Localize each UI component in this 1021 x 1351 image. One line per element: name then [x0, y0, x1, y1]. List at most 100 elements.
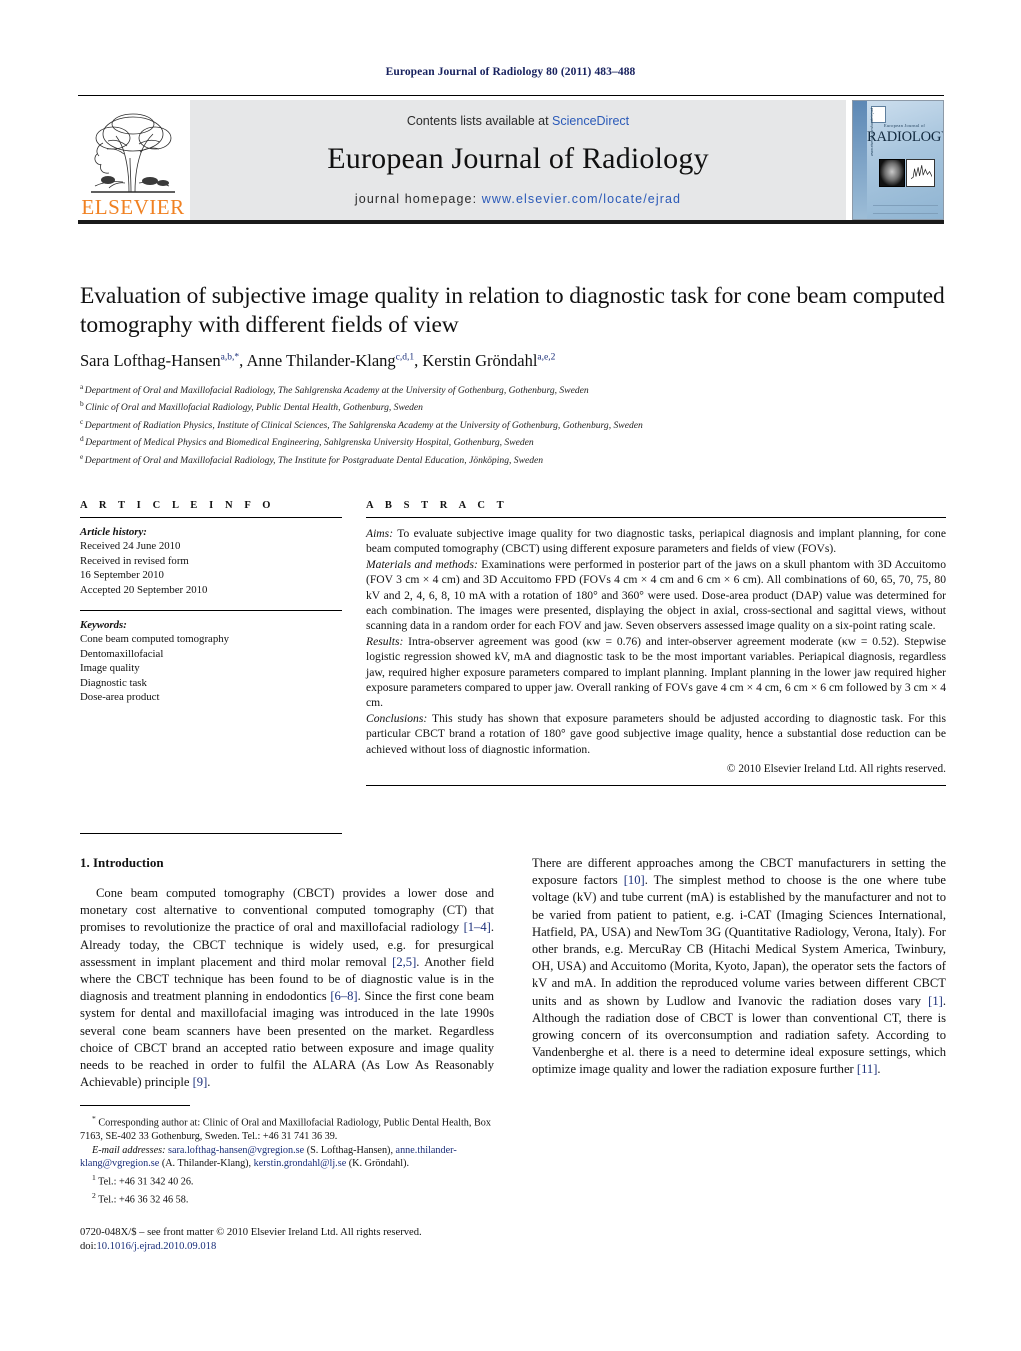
affiliation-item: c Department of Radiation Physics, Instit…	[80, 415, 946, 432]
body-column-left: 1. Introduction Cone beam computed tomog…	[80, 855, 494, 1091]
footnote-note-2: 2 Tel.: +46 36 32 46 58.	[80, 1189, 494, 1207]
abstract-conclusions: Conclusions: This study has shown that e…	[366, 711, 946, 757]
running-head: European Journal of Radiology 80 (2011) …	[385, 66, 636, 78]
elsevier-logo: ELSEVIER	[78, 100, 188, 220]
footnote-1-text: Tel.: +46 31 342 40 26.	[98, 1176, 194, 1188]
doi-link[interactable]: 10.1016/j.ejrad.2010.09.018	[96, 1241, 216, 1252]
footnote-mark-1: 1	[92, 1172, 96, 1182]
contents-available-line: Contents lists available at ScienceDirec…	[190, 114, 846, 128]
footnote-2-text: Tel.: +46 36 32 46 58.	[98, 1194, 189, 1206]
author-name: Kerstin Gröndahl	[422, 351, 538, 370]
citation-link[interactable]: [2,5]	[392, 955, 416, 969]
cover-brain-scan-image	[879, 159, 905, 187]
intro-p1-part-e: .	[207, 1075, 211, 1090]
intro-p2-part-d: .	[877, 1062, 881, 1077]
sciencedirect-link[interactable]: ScienceDirect	[552, 114, 629, 128]
intro-p1-part-d: . Since the first cone beam system for d…	[80, 989, 494, 1090]
citation-link[interactable]: [9]	[193, 1075, 208, 1089]
abstract-aims-heading: Aims:	[366, 527, 394, 540]
intro-paragraph-1: Cone beam computed tomography (CBCT) pro…	[80, 885, 494, 1091]
contents-prefix: Contents lists available at	[406, 114, 553, 128]
affiliation-mark: b	[80, 399, 84, 409]
author-name: Sara Lofthag-Hansen	[80, 351, 221, 370]
abstract-body: Aims: To evaluate subjective image quali…	[366, 526, 946, 757]
abstract-aims-text: To evaluate subjective image quality for…	[366, 527, 946, 556]
cover-figure	[879, 159, 935, 187]
affiliation-item: b Clinic of Oral and Maxillofacial Radiol…	[80, 397, 946, 414]
abstract-aims: Aims: To evaluate subjective image quali…	[366, 526, 946, 557]
elsevier-tree-icon	[91, 113, 175, 193]
masthead-bottom-rule	[78, 220, 944, 224]
affiliation-item: e Department of Oral and Maxillofacial Ra…	[80, 450, 946, 467]
keywords-rule	[80, 610, 342, 612]
citation-link[interactable]: [1–4]	[464, 920, 491, 934]
affiliation-text: Clinic of Oral and Maxillofacial Radiolo…	[85, 402, 423, 414]
abstract-conclusions-text: This study has shown that exposure param…	[366, 711, 946, 756]
history-item: Received 24 June 2010	[80, 540, 181, 553]
cover-big-title: RADIOLOGY	[867, 129, 944, 145]
affiliation-item: d Department of Medical Physics and Biome…	[80, 432, 946, 449]
imprint-block: 0720-048X/$ – see front matter © 2010 El…	[80, 1226, 540, 1254]
affiliation-text: Department of Radiation Physics, Institu…	[84, 420, 643, 432]
footnote-mark-2: 2	[92, 1190, 96, 1200]
email-owner: (S. Lofthag-Hansen),	[304, 1144, 393, 1156]
keyword-item: Dentomaxillofacial	[80, 647, 164, 660]
affiliation-list: a Department of Oral and Maxillofacial Ra…	[80, 380, 946, 467]
intro-p2-part-b: . The simplest method to choose is the o…	[532, 873, 946, 1008]
footnote-block: * Corresponding author at: Clinic of Ora…	[80, 1105, 494, 1207]
article-info-bottom-rule	[80, 833, 342, 834]
journal-cover-thumbnail: European Journal of RADIOLOGY www.elsevi…	[852, 100, 944, 220]
abstract-conclusions-heading: Conclusions:	[366, 711, 428, 725]
journal-homepage-line: journal homepage: www.elsevier.com/locat…	[190, 192, 846, 206]
doi-label: doi:	[80, 1241, 97, 1252]
homepage-url-link[interactable]: www.elsevier.com/locate/ejrad	[482, 192, 681, 206]
citation-link[interactable]: [1]	[928, 994, 943, 1008]
abstract-bottom-rule	[366, 785, 946, 787]
cover-spine	[853, 101, 867, 219]
keyword-item: Image quality	[80, 662, 140, 675]
keyword-item: Diagnostic task	[80, 676, 147, 689]
history-item: Accepted 20 September 2010	[80, 583, 208, 596]
keyword-item: Cone beam computed tomography	[80, 633, 230, 646]
author-affil-marks: a,e,2	[537, 352, 556, 363]
corresponding-author-text: Corresponding author at: Clinic of Oral …	[80, 1117, 491, 1142]
abstract-results-text: Intra-observer agreement was good (κw = …	[366, 634, 946, 710]
article-info-column: A R T I C L E I N F O Article history: R…	[80, 500, 342, 786]
abstract-rule	[366, 517, 946, 518]
affiliation-mark: e	[80, 451, 84, 461]
abstract-methods: Materials and methods: Examinations were…	[366, 557, 946, 634]
info-abstract-region: A R T I C L E I N F O Article history: R…	[80, 500, 946, 787]
citation-link[interactable]: [10]	[624, 873, 645, 887]
footnote-corresponding-author: * Corresponding author at: Clinic of Ora…	[80, 1112, 494, 1144]
cover-small-title: European Journal of	[883, 123, 926, 128]
footnote-rule	[80, 1105, 190, 1106]
abstract-copyright: © 2010 Elsevier Ireland Ltd. All rights …	[726, 763, 946, 776]
keywords-group: Keywords: Cone beam computed tomography …	[80, 618, 342, 704]
page-title: Evaluation of subjective image quality i…	[80, 283, 945, 338]
keywords-heading: Keywords:	[80, 619, 127, 632]
abstract-results-heading: Results:	[366, 634, 404, 648]
cover-divider-2	[873, 213, 938, 214]
body-column-right: There are different approaches among the…	[532, 855, 946, 1091]
author-affil-marks: a,b,*	[220, 352, 240, 363]
affiliation-text: Department of Medical Physics and Biomed…	[85, 437, 534, 449]
email-link[interactable]: sara.lofthag-hansen@vgregion.se	[168, 1145, 304, 1156]
citation-link[interactable]: [6–8]	[330, 989, 357, 1003]
history-item: 16 September 2010	[80, 569, 164, 582]
affiliation-text: Department of Oral and Maxillofacial Rad…	[84, 455, 544, 467]
email-owner: (A. Thilander-Klang),	[159, 1158, 252, 1170]
title-block: Evaluation of subjective image quality i…	[80, 282, 946, 467]
issn-copyright-line: 0720-048X/$ – see front matter © 2010 El…	[80, 1227, 422, 1238]
article-info-label: A R T I C L E I N F O	[80, 500, 276, 511]
footnote-note-1: 1 Tel.: +46 31 342 40 26.	[80, 1171, 494, 1189]
footnote-asterisk: *	[92, 1114, 96, 1123]
email-owner: (K. Gröndahl).	[346, 1158, 410, 1170]
affiliation-mark: d	[80, 434, 84, 444]
elsevier-wordmark: ELSEVIER	[81, 195, 185, 219]
cover-plot-image	[905, 159, 935, 187]
history-item: Received in revised form	[80, 554, 189, 567]
section-heading-introduction: 1. Introduction	[80, 855, 164, 870]
email-link[interactable]: kerstin.grondahl@lj.se	[254, 1158, 347, 1169]
article-history-group: Article history: Received 24 June 2010 R…	[80, 525, 342, 597]
citation-link[interactable]: [11]	[857, 1062, 878, 1076]
